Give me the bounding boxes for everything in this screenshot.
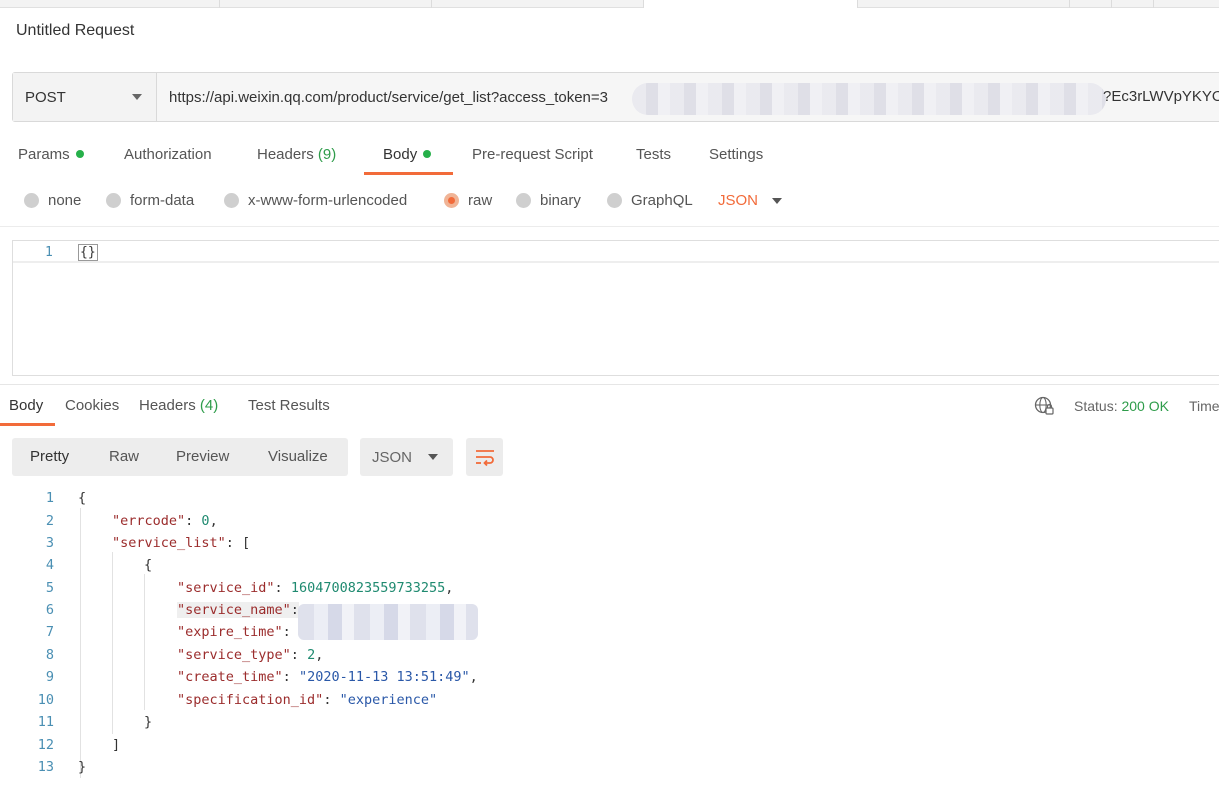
body-indicator-dot xyxy=(423,150,432,158)
status-value: 200 OK xyxy=(1121,398,1169,414)
code-line: 12 ] xyxy=(37,737,121,753)
wrap-lines-button[interactable] xyxy=(466,438,503,476)
response-time-label: Time xyxy=(1189,398,1219,414)
url-input[interactable]: https://api.weixin.qq.com/product/servic… xyxy=(157,73,1219,121)
code-line: 11 } xyxy=(37,714,153,730)
tab-headers[interactable]: Headers (9) xyxy=(257,146,336,163)
view-preview[interactable]: Preview xyxy=(176,448,229,465)
radio-circle-selected xyxy=(444,193,459,208)
method-select[interactable]: POST xyxy=(13,73,157,121)
radio-x-www-form-urlencoded[interactable]: x-www-form-urlencoded xyxy=(224,192,407,209)
wrap-lines-icon xyxy=(475,450,494,467)
radio-circle xyxy=(607,193,622,208)
chevron-down-icon xyxy=(772,197,783,204)
code-line: 4 { xyxy=(45,557,153,573)
body-format-select[interactable]: JSON xyxy=(718,192,783,209)
request-tab-strip xyxy=(0,0,1219,8)
code-line: 8 "service_type": 2, xyxy=(45,647,324,663)
request-body-editor[interactable]: 1 {} xyxy=(12,240,1219,376)
code-line: 3 "service_list": [ xyxy=(45,535,251,551)
radio-binary[interactable]: binary xyxy=(516,192,581,209)
request-tab[interactable] xyxy=(432,0,644,8)
line-number: 1 xyxy=(45,245,53,260)
request-tab[interactable] xyxy=(1070,0,1112,8)
method-label: POST xyxy=(25,88,66,106)
radio-circle xyxy=(24,193,39,208)
request-tab[interactable] xyxy=(858,0,1070,8)
headers-count: (9) xyxy=(317,146,337,163)
divider xyxy=(0,384,1219,385)
active-tab-underline xyxy=(364,172,453,175)
url-bar: POST https://api.weixin.qq.com/product/s… xyxy=(12,72,1219,122)
code-line: 10 "specification_id": "experience" xyxy=(37,692,438,708)
chevron-down-icon xyxy=(428,454,439,460)
params-indicator-dot xyxy=(75,150,84,158)
code-line: 7 "expire_time": xyxy=(45,624,291,640)
url-text-end: ?Ec3rLWVpYKYO xyxy=(1103,88,1219,105)
url-text: https://api.weixin.qq.com/product/servic… xyxy=(169,88,608,106)
view-visualize[interactable]: Visualize xyxy=(268,448,328,465)
globe-lock-icon[interactable] xyxy=(1034,396,1054,416)
tab-settings[interactable]: Settings xyxy=(709,146,763,163)
code-line: 2 "errcode": 0, xyxy=(45,513,218,529)
editor-content: {} xyxy=(78,244,98,261)
radio-circle xyxy=(516,193,531,208)
view-raw[interactable]: Raw xyxy=(109,448,139,465)
response-tab-cookies[interactable]: Cookies xyxy=(65,397,119,414)
request-tab[interactable] xyxy=(1112,0,1154,8)
redacted-token xyxy=(632,83,1106,115)
request-title[interactable]: Untitled Request xyxy=(16,22,134,40)
divider xyxy=(0,226,1219,227)
radio-circle xyxy=(224,193,239,208)
radio-none[interactable]: none xyxy=(24,192,81,209)
chevron-down-icon xyxy=(132,94,142,100)
tab-authorization[interactable]: Authorization xyxy=(124,146,212,163)
radio-circle xyxy=(106,193,121,208)
redacted-values xyxy=(298,604,478,640)
view-mode-group: Pretty Raw Preview Visualize xyxy=(12,438,348,476)
radio-raw[interactable]: raw xyxy=(444,192,492,209)
response-headers-count: (4) xyxy=(199,397,219,414)
response-body-viewer[interactable]: 1 { 2 "errcode": 0, 3 "service_list": [ … xyxy=(0,486,1219,786)
tab-params[interactable]: Params xyxy=(18,146,84,163)
request-tab-active[interactable] xyxy=(644,0,858,8)
response-tab-test-results[interactable]: Test Results xyxy=(248,397,330,414)
request-tab[interactable] xyxy=(220,0,432,8)
radio-form-data[interactable]: form-data xyxy=(106,192,194,209)
code-line: 9 "create_time": "2020-11-13 13:51:49", xyxy=(45,669,478,685)
tab-tests[interactable]: Tests xyxy=(636,146,671,163)
code-line: 1 { xyxy=(45,490,87,506)
current-line-highlight xyxy=(13,241,1219,263)
request-tab[interactable] xyxy=(0,0,220,8)
response-format-select[interactable]: JSON xyxy=(360,438,453,476)
view-pretty[interactable]: Pretty xyxy=(30,448,69,465)
code-line: 5 "service_id": 1604700823559733255, xyxy=(45,580,454,596)
radio-graphql[interactable]: GraphQL xyxy=(607,192,693,209)
code-line: 6 "service_name": xyxy=(45,602,299,618)
tab-body[interactable]: Body xyxy=(383,146,432,163)
active-response-tab-underline xyxy=(0,423,55,426)
code-line: 13 } xyxy=(37,759,87,775)
tab-pre-request-script[interactable]: Pre-request Script xyxy=(472,146,593,163)
response-tab-headers[interactable]: Headers (4) xyxy=(139,397,218,414)
response-tab-body[interactable]: Body xyxy=(9,397,43,414)
response-status: Status: 200 OK xyxy=(1074,398,1169,414)
